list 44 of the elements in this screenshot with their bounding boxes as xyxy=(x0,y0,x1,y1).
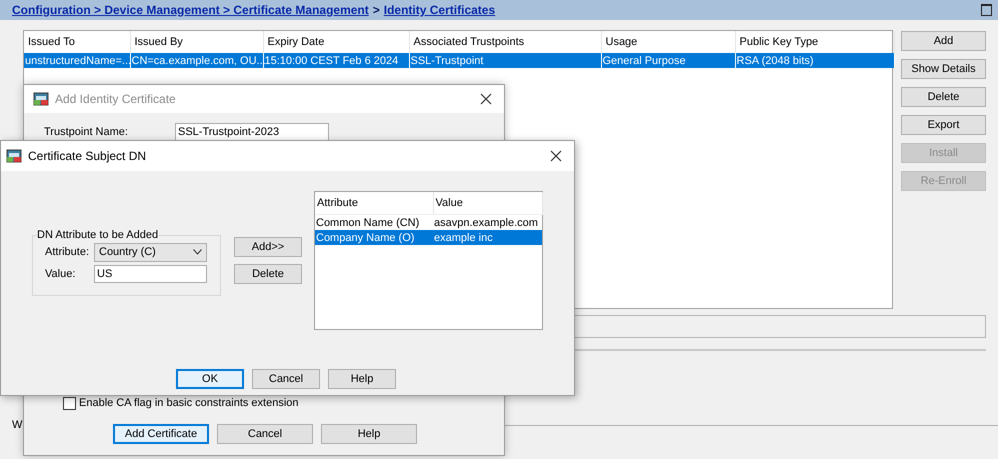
close-icon[interactable] xyxy=(480,93,492,105)
table-cell[interactable]: unstructuredName=... xyxy=(24,53,130,68)
dialog-button[interactable]: OK xyxy=(176,369,244,389)
column-header[interactable]: Attribute xyxy=(315,192,433,214)
column-header[interactable]: Value xyxy=(433,192,542,214)
breadcrumb-link[interactable]: Identity Certificates xyxy=(384,3,496,17)
breadcrumb-link[interactable]: Configuration > Device Management > Certificate Management xyxy=(12,3,369,17)
group-title: DN Attribute to be Added xyxy=(37,229,158,241)
breadcrumb-separator: > xyxy=(372,3,380,17)
dialog-button[interactable]: Cancel xyxy=(217,424,313,444)
input-field[interactable]: SSL-Trustpoint-2023 xyxy=(175,123,329,141)
table-cell[interactable]: RSA (2048 bits) xyxy=(735,53,894,68)
field-label: Attribute: xyxy=(45,246,90,258)
table-cell[interactable]: 15:10:00 CEST Feb 6 2024 xyxy=(263,53,409,68)
dialog-button[interactable]: Add Certificate xyxy=(113,424,209,444)
action-button[interactable]: Export xyxy=(901,115,986,135)
action-button[interactable]: Add xyxy=(901,31,986,51)
app-icon xyxy=(6,148,22,164)
checkbox-label: Enable CA flag in basic constraints extension xyxy=(79,397,299,409)
dialog-button[interactable]: Delete xyxy=(234,264,302,284)
table-cell[interactable]: SSL-Trustpoint xyxy=(409,53,601,68)
attribute-dropdown[interactable]: Country (C) xyxy=(94,242,207,262)
dialog-title: Certificate Subject DN xyxy=(28,149,146,163)
field-label: Value: xyxy=(45,268,76,280)
table-cell[interactable]: Common Name (CN) xyxy=(315,214,433,230)
status-text: W xyxy=(12,419,22,431)
maximize-icon[interactable] xyxy=(981,4,992,16)
table-cell[interactable]: General Purpose xyxy=(601,53,735,68)
dialog-button[interactable]: Help xyxy=(321,424,417,444)
table-cell[interactable]: asavpn.example.com xyxy=(433,214,542,230)
dialog-button[interactable]: Add>> xyxy=(234,237,302,257)
close-icon[interactable] xyxy=(550,150,562,162)
app-icon xyxy=(33,91,49,107)
dialog-title: Add Identity Certificate xyxy=(55,92,176,106)
table-cell[interactable]: Company Name (O) xyxy=(315,230,433,245)
chevron-icon xyxy=(193,249,202,255)
input-field[interactable]: US xyxy=(94,265,207,283)
field-label: Trustpoint Name: xyxy=(44,126,129,138)
action-button[interactable]: Delete xyxy=(901,87,986,107)
checkbox[interactable] xyxy=(63,396,76,410)
dialog-button[interactable]: Cancel xyxy=(252,369,320,389)
action-button[interactable]: Show Details xyxy=(901,59,986,79)
table-cell[interactable]: example inc xyxy=(433,230,542,245)
dialog-button[interactable]: Help xyxy=(328,369,396,389)
